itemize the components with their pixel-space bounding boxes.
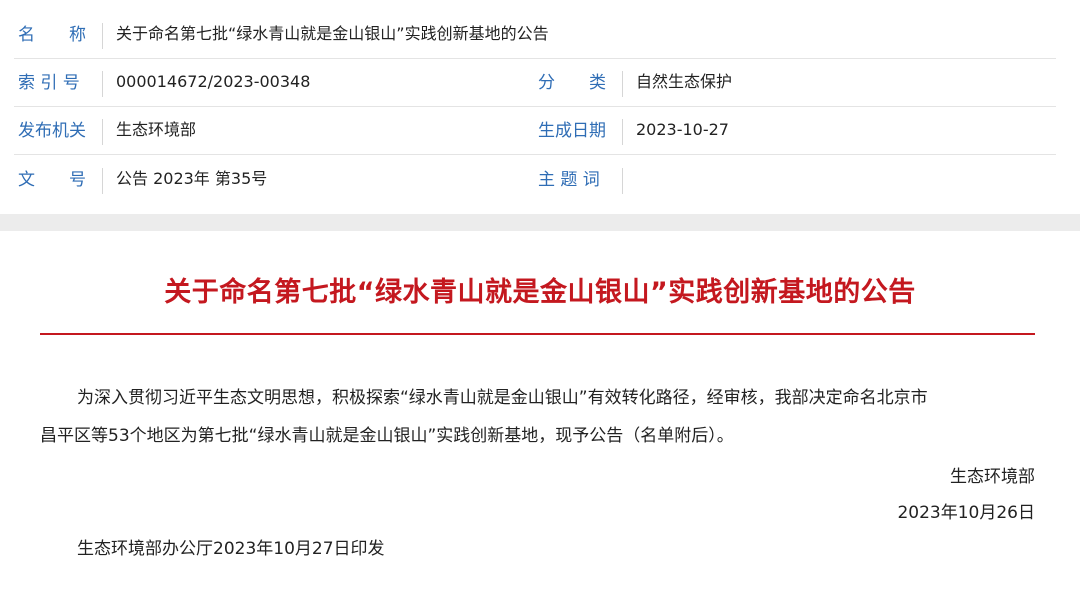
- article-title: 关于命名第七批“绿水青山就是金山银山”实践创新基地的公告: [164, 277, 916, 308]
- value-issuer: 生态环境部: [116, 120, 197, 139]
- section-gap: [0, 214, 1080, 231]
- paragraph-line-2: 昌平区等53个地区为第七批“绿水青山就是金山银山”实践创新基地，现予公告（名单附…: [40, 426, 734, 446]
- divider: [102, 23, 103, 49]
- label-keywords: 主 题 词: [538, 170, 600, 190]
- title-divider: [40, 333, 1035, 335]
- signature: 生态环境部: [950, 467, 1035, 487]
- metadata-row-index: 索 引 号 000014672/2023-00348 分 类 自然生态保护: [0, 59, 1080, 107]
- label-category: 分 类: [538, 73, 606, 93]
- value-index-number: 000014672/2023-00348: [116, 72, 311, 91]
- label-doc-number: 文 号: [18, 170, 86, 190]
- label-issuer: 发布机关: [18, 121, 86, 141]
- label-index-number: 索 引 号: [18, 73, 80, 93]
- divider: [102, 168, 103, 194]
- value-category: 自然生态保护: [636, 72, 733, 91]
- issued-note: 生态环境部办公厅2023年10月27日印发: [77, 539, 385, 559]
- divider: [102, 71, 103, 97]
- divider: [622, 119, 623, 145]
- value-created-date: 2023-10-27: [636, 120, 729, 139]
- label-name: 名 称: [18, 25, 86, 45]
- row-divider: [14, 154, 1056, 155]
- paragraph-line-1: 为深入贯彻习近平生态文明思想，积极探索“绿水青山就是金山银山”有效转化路径，经审…: [77, 388, 928, 408]
- metadata-row-issuer: 发布机关 生态环境部 生成日期 2023-10-27: [0, 107, 1080, 155]
- metadata-row-doc-number: 文 号 公告 2023年 第35号 主 题 词: [0, 156, 1080, 204]
- divider: [622, 71, 623, 97]
- metadata-table: 名 称 关于命名第七批“绿水青山就是金山银山”实践创新基地的公告 索 引 号 0…: [0, 0, 1080, 214]
- value-doc-number: 公告 2023年 第35号: [116, 169, 268, 188]
- value-name: 关于命名第七批“绿水青山就是金山银山”实践创新基地的公告: [116, 24, 549, 43]
- signature-date: 2023年10月26日: [897, 503, 1035, 523]
- metadata-row-name: 名 称 关于命名第七批“绿水青山就是金山银山”实践创新基地的公告: [0, 11, 1080, 59]
- label-created-date: 生成日期: [538, 121, 606, 141]
- divider: [102, 119, 103, 145]
- divider: [622, 168, 623, 194]
